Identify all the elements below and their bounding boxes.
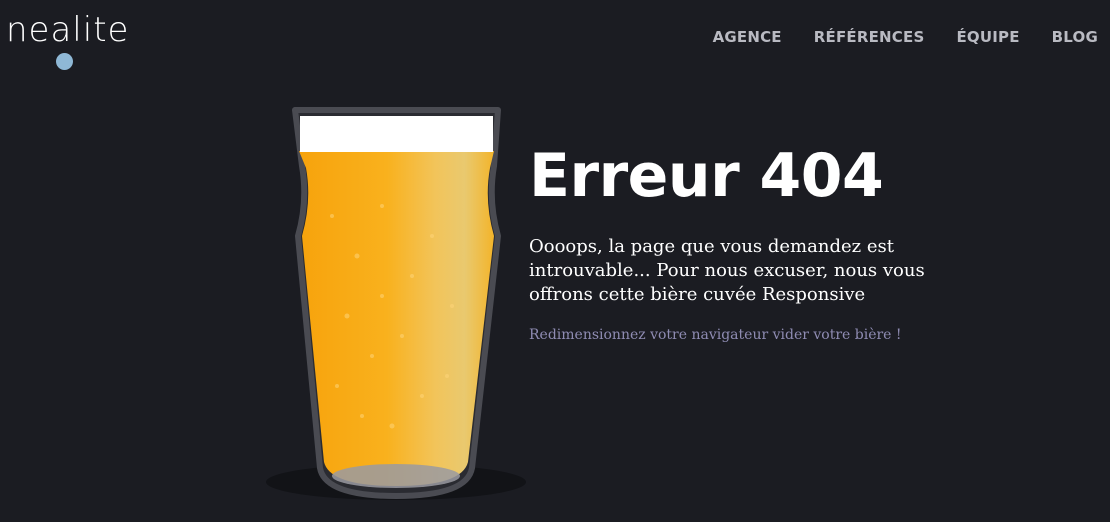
error-message: Oooops, la page que vous demandez est in… xyxy=(529,236,925,305)
nav-item-agence[interactable]: AGENCE xyxy=(713,28,782,46)
main-nav: AGENCE RÉFÉRENCES ÉQUIPE BLOG xyxy=(713,28,1098,46)
beer-glass-icon xyxy=(266,107,526,500)
page-title: Erreur 404 xyxy=(529,141,884,211)
resize-hint: Redimensionnez votre navigateur vider vo… xyxy=(529,327,902,343)
nav-item-blog[interactable]: BLOG xyxy=(1052,28,1098,46)
logo-dot-icon xyxy=(56,53,73,70)
logo-text: nealite xyxy=(6,10,130,50)
nav-item-references[interactable]: RÉFÉRENCES xyxy=(814,28,925,46)
beer-glass-illustration xyxy=(262,96,532,506)
nav-item-equipe[interactable]: ÉQUIPE xyxy=(956,28,1019,46)
